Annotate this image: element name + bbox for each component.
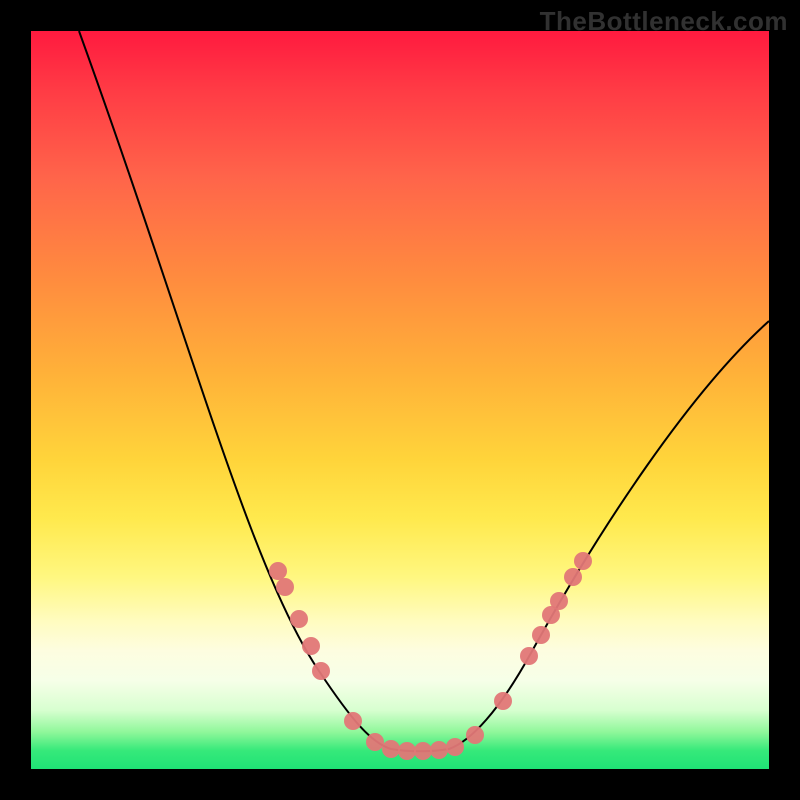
data-marker bbox=[532, 626, 550, 644]
data-marker bbox=[366, 733, 384, 751]
data-marker bbox=[382, 740, 400, 758]
data-marker bbox=[430, 741, 448, 759]
data-marker bbox=[269, 562, 287, 580]
chart-svg-layer bbox=[31, 31, 769, 769]
watermark-text: TheBottleneck.com bbox=[540, 6, 788, 37]
data-marker bbox=[302, 637, 320, 655]
data-marker bbox=[290, 610, 308, 628]
data-marker bbox=[466, 726, 484, 744]
data-marker bbox=[414, 742, 432, 760]
data-marker bbox=[520, 647, 538, 665]
chart-plot-area bbox=[31, 31, 769, 769]
data-markers-group bbox=[269, 552, 592, 760]
data-marker bbox=[550, 592, 568, 610]
bottleneck-v-curve bbox=[79, 31, 769, 751]
data-marker bbox=[446, 738, 464, 756]
data-marker bbox=[398, 742, 416, 760]
data-marker bbox=[276, 578, 294, 596]
data-marker bbox=[344, 712, 362, 730]
data-marker bbox=[494, 692, 512, 710]
data-marker bbox=[564, 568, 582, 586]
data-marker bbox=[312, 662, 330, 680]
data-marker bbox=[574, 552, 592, 570]
